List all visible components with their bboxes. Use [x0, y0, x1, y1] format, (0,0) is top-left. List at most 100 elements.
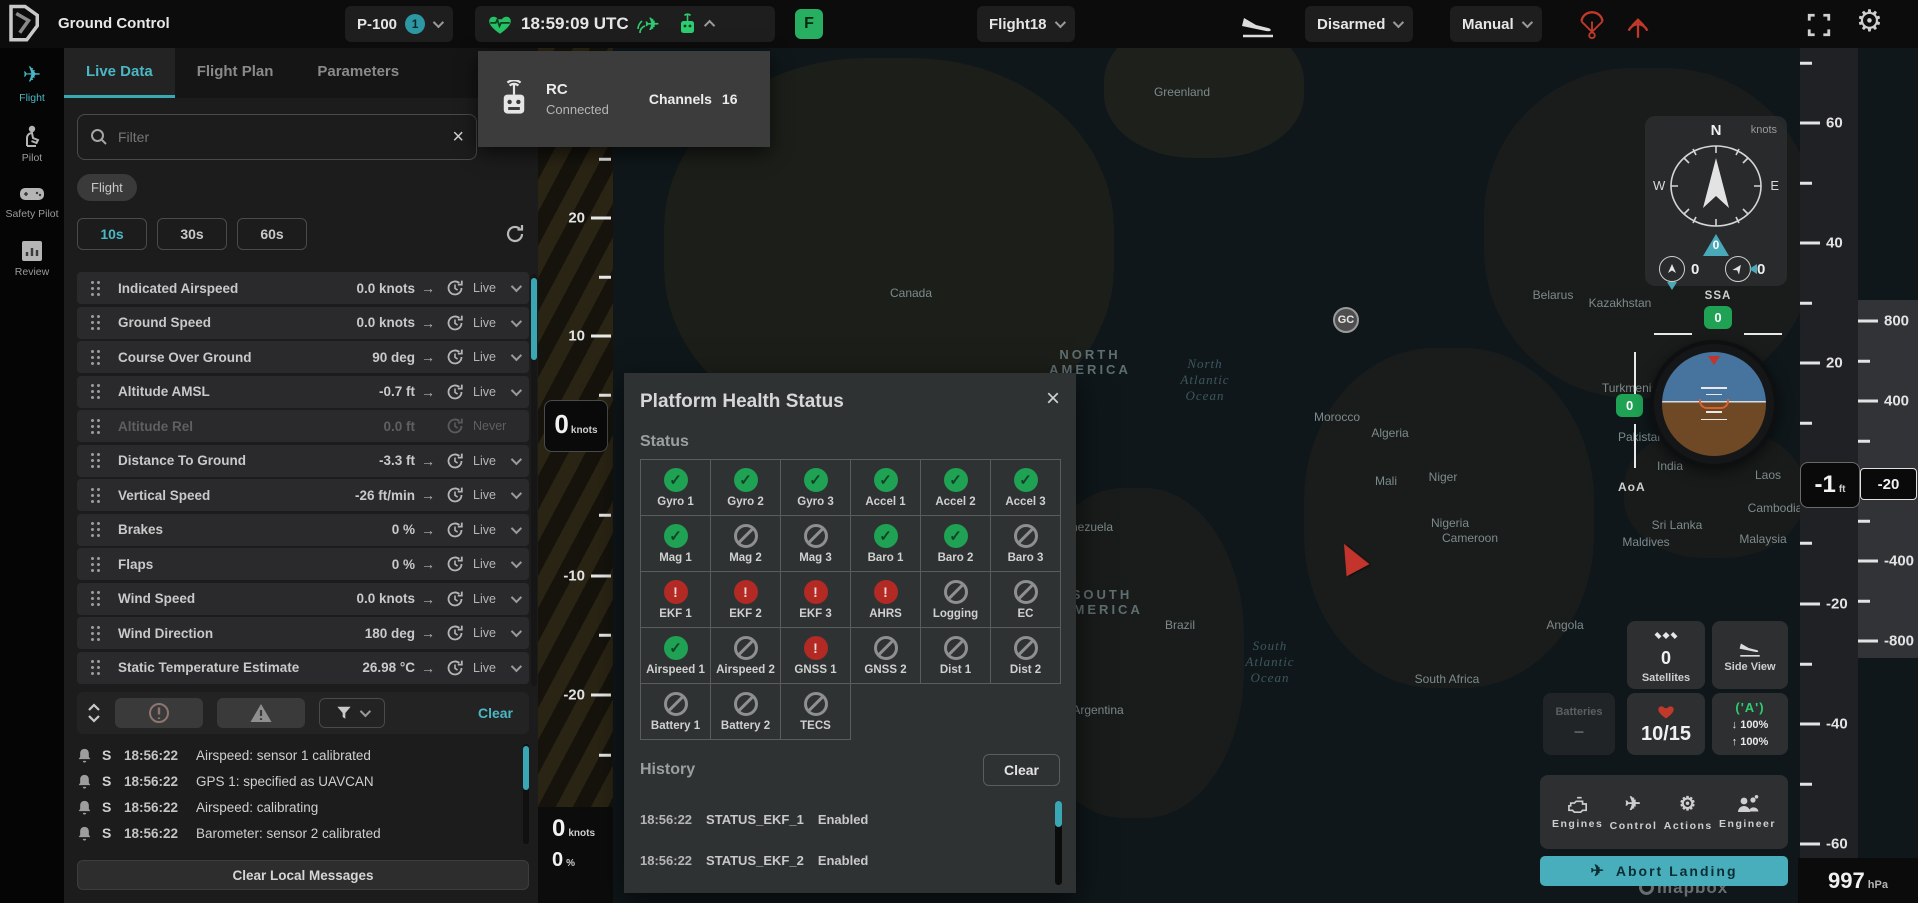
chevron-down-icon[interactable] [511, 626, 522, 637]
close-icon[interactable]: × [1046, 385, 1060, 413]
history-clock-icon[interactable] [445, 347, 465, 367]
parachute-icon[interactable] [1578, 10, 1606, 40]
drag-handle-icon[interactable] [91, 488, 100, 503]
actions-button[interactable]: ⚙ Actions [1664, 793, 1713, 832]
error-filter-button[interactable] [115, 698, 203, 728]
messages-scrollbar[interactable] [523, 744, 529, 844]
batteries-card[interactable]: Batteries – [1543, 693, 1615, 755]
range-button[interactable]: 60s [237, 218, 307, 250]
status-cell[interactable]: EKF 3 [781, 572, 851, 628]
landing-mode-icon[interactable] [1238, 8, 1278, 40]
telemetry-row[interactable]: Distance To Ground -3.3 ft → Live [77, 445, 529, 477]
side-view-card[interactable]: Side View [1712, 621, 1788, 689]
drag-handle-icon[interactable] [91, 419, 100, 434]
status-cell[interactable]: Accel 1 [851, 460, 921, 516]
status-cell[interactable]: Airspeed 2 [711, 628, 781, 684]
telemetry-row[interactable]: Indicated Airspeed 0.0 knots → Live [77, 272, 529, 304]
chevron-down-icon[interactable] [511, 591, 522, 602]
engineer-button[interactable]: Engineer [1719, 794, 1776, 830]
history-clock-icon[interactable] [445, 554, 465, 574]
chevron-down-icon[interactable] [511, 660, 522, 671]
tab[interactable]: Parameters [295, 48, 421, 98]
status-cell[interactable]: Gyro 3 [781, 460, 851, 516]
control-button[interactable]: ✈ Control [1610, 793, 1658, 832]
message-row[interactable]: S 18:56:22 Barometer: sensor 2 calibrate… [77, 820, 529, 846]
drag-handle-icon[interactable] [91, 350, 100, 365]
sidebar-item-safety-pilot[interactable]: Safety Pilot [0, 170, 64, 226]
drag-handle-icon[interactable] [91, 315, 100, 330]
telemetry-row[interactable]: Static Temperature Estimate 26.98 °C → L… [77, 652, 529, 684]
sidebar-item-review[interactable]: Review [0, 226, 64, 284]
history-clock-icon[interactable] [445, 520, 465, 540]
status-cell[interactable]: Dist 1 [921, 628, 991, 684]
history-clock-icon[interactable] [445, 623, 465, 643]
history-clear-button[interactable]: Clear [983, 754, 1060, 786]
status-cell[interactable]: Airspeed 1 [641, 628, 711, 684]
status-cell[interactable]: EKF 2 [711, 572, 781, 628]
status-cell[interactable]: Dist 2 [991, 628, 1061, 684]
status-cell[interactable]: Gyro 1 [641, 460, 711, 516]
history-clock-icon[interactable] [445, 658, 465, 678]
warning-filter-button[interactable] [217, 698, 305, 728]
history-entry[interactable]: 18:56:22 STATUS_EKF_2 Enabled [640, 853, 1060, 868]
fullscreen-icon[interactable] [1806, 12, 1832, 38]
sort-icon[interactable] [87, 703, 101, 723]
status-cell[interactable]: Mag 3 [781, 516, 851, 572]
flight-selector[interactable]: Flight18 [977, 6, 1075, 42]
range-button[interactable]: 30s [157, 218, 227, 250]
status-cell[interactable]: TECS [781, 684, 851, 740]
clear-messages-button[interactable]: Clear [478, 705, 513, 721]
abort-landing-button[interactable]: ✈ Abort Landing [1540, 856, 1788, 886]
chevron-down-icon[interactable] [511, 281, 522, 292]
telemetry-row[interactable]: Wind Speed 0.0 knots → Live [77, 583, 529, 615]
arm-state-selector[interactable]: Disarmed [1305, 6, 1413, 42]
status-cell[interactable]: Battery 1 [641, 684, 711, 740]
drag-handle-icon[interactable] [91, 384, 100, 399]
status-cell[interactable]: GNSS 2 [851, 628, 921, 684]
message-row[interactable]: S 18:56:22 Airspeed: calibrating [77, 794, 529, 820]
history-entry[interactable]: 18:56:22 STATUS_EKF_1 Enabled [640, 812, 1060, 827]
status-cell[interactable]: EC [991, 572, 1061, 628]
status-cell[interactable]: Accel 2 [921, 460, 991, 516]
status-cell[interactable]: Battery 2 [711, 684, 781, 740]
tab[interactable]: Flight Plan [175, 48, 296, 98]
message-row[interactable]: S 18:56:22 GPS 1: specified as UAVCAN [77, 768, 529, 794]
vehicle-selector[interactable]: P-100 1 [345, 6, 453, 42]
settings-gear-icon[interactable]: ⚙ [1856, 8, 1883, 36]
history-clock-icon[interactable] [445, 382, 465, 402]
drag-handle-icon[interactable] [91, 522, 100, 537]
telemetry-row[interactable]: Ground Speed 0.0 knots → Live [77, 307, 529, 339]
filter-input[interactable] [118, 129, 442, 145]
tab[interactable]: Live Data [64, 48, 175, 98]
sidebar-item-flight[interactable]: ✈ Flight [0, 48, 64, 110]
drag-handle-icon[interactable] [91, 626, 100, 641]
chevron-down-icon[interactable] [511, 522, 522, 533]
clear-filter-icon[interactable]: × [452, 126, 464, 149]
status-cell[interactable]: GNSS 1 [781, 628, 851, 684]
drag-handle-icon[interactable] [91, 591, 100, 606]
range-button[interactable]: 10s [77, 218, 147, 250]
history-clock-icon[interactable] [445, 416, 465, 436]
history-clock-icon[interactable] [445, 451, 465, 471]
status-cell[interactable]: Baro 3 [991, 516, 1061, 572]
flight-mode-badge[interactable]: F [795, 9, 823, 39]
chevron-down-icon[interactable] [511, 384, 522, 395]
status-cell[interactable]: EKF 1 [641, 572, 711, 628]
telemetry-row[interactable]: Course Over Ground 90 deg → Live [77, 341, 529, 373]
status-cluster[interactable]: 18:59:09 UTC ✈ [475, 6, 775, 42]
sidebar-item-pilot[interactable]: Pilot [0, 110, 64, 170]
flight-filter-chip[interactable]: Flight [77, 174, 137, 201]
flight-mode-selector[interactable]: Manual [1450, 6, 1542, 42]
status-cell[interactable]: AHRS [851, 572, 921, 628]
history-scrollbar[interactable] [1055, 801, 1062, 885]
history-clock-icon[interactable] [445, 485, 465, 505]
history-clock-icon[interactable] [445, 278, 465, 298]
history-clock-icon[interactable] [445, 589, 465, 609]
telemetry-rate-card[interactable]: ('A') ↓ 100% ↑ 100% [1712, 693, 1788, 755]
telemetry-row[interactable]: Vertical Speed -26 ft/min → Live [77, 479, 529, 511]
telemetry-row[interactable]: Wind Direction 180 deg → Live [77, 617, 529, 649]
status-cell[interactable]: Accel 3 [991, 460, 1061, 516]
clear-local-messages-button[interactable]: Clear Local Messages [77, 860, 529, 890]
message-row[interactable]: S 18:56:22 Airspeed: sensor 1 calibrated [77, 742, 529, 768]
status-cell[interactable]: Gyro 2 [711, 460, 781, 516]
